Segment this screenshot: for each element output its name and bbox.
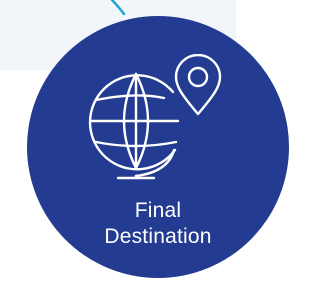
step-label: Final Destination xyxy=(58,198,258,250)
step-label-line1: Final xyxy=(134,199,182,222)
globe-location-pin-icon xyxy=(88,54,222,180)
step-label-line2: Destination xyxy=(104,225,212,248)
final-destination-step: Final Destination xyxy=(0,0,298,284)
